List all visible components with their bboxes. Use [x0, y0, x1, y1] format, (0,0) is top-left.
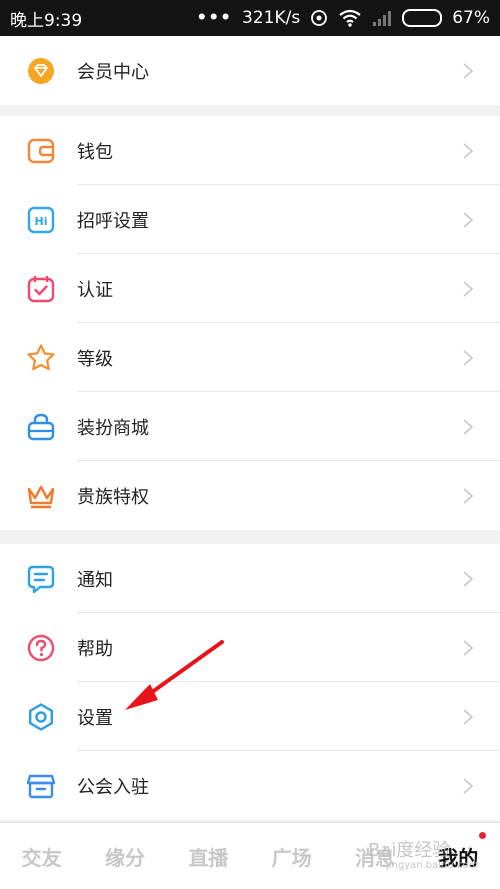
star-icon [24, 341, 58, 375]
menu-item-vip-center[interactable]: 会员中心 [0, 36, 500, 105]
chevron-right-icon [463, 639, 474, 656]
vip-section: 会员中心 [0, 36, 500, 105]
question-icon [24, 631, 58, 665]
hi-icon: Hi [24, 203, 58, 237]
menu-item-wallet[interactable]: 钱包 [0, 116, 500, 185]
watermark-sub: jingyan.baidu.com [386, 860, 479, 871]
chevron-right-icon [463, 487, 474, 504]
wifi-icon [338, 9, 362, 27]
menu-item-verification[interactable]: 认证 [0, 254, 500, 323]
verification-label: 认证 [77, 279, 113, 301]
watermark-text: Bai度经验 [368, 840, 451, 861]
guild-join-label: 公会入驻 [77, 776, 149, 798]
shopping-bag-icon [24, 410, 58, 444]
chevron-right-icon [463, 142, 474, 159]
menu-item-settings[interactable]: 设置 [0, 682, 500, 751]
svg-text:Hi: Hi [35, 215, 48, 228]
signal-icon [372, 10, 392, 26]
chevron-right-icon [463, 570, 474, 587]
vpn-icon [310, 9, 328, 27]
level-label: 等级 [77, 348, 113, 370]
menu-item-noble-privileges[interactable]: 贵族特权 [0, 461, 500, 530]
nav-tab-fate[interactable]: 缘分 [83, 842, 166, 871]
service-section: 钱包 Hi 招呼设置 认证 等级 装扮商城 贵族特权 [0, 116, 500, 530]
chevron-right-icon [463, 62, 474, 79]
wallet-label: 钱包 [77, 141, 113, 163]
greeting-settings-label: 招呼设置 [77, 210, 149, 232]
vip-center-label: 会员中心 [77, 61, 149, 83]
menu-item-greeting-settings[interactable]: Hi 招呼设置 [0, 185, 500, 254]
nav-tab-friends[interactable]: 交友 [0, 842, 83, 871]
status-time: 晚上9:39 [10, 10, 83, 31]
calendar-check-icon [24, 272, 58, 306]
menu-item-guild-join[interactable]: 公会入驻 [0, 751, 500, 820]
nav-tab-live[interactable]: 直播 [167, 842, 250, 871]
support-section: 通知 帮助 设置 公会入驻 [0, 544, 500, 820]
help-label: 帮助 [77, 638, 113, 660]
noble-privileges-label: 贵族特权 [77, 486, 149, 508]
battery-percent: 67% [452, 8, 490, 28]
store-icon [24, 769, 58, 803]
net-speed: 321K/s [242, 8, 301, 28]
menu-item-dress-up-mall[interactable]: 装扮商城 [0, 392, 500, 461]
status-right: ••• 321K/s 67% [196, 8, 490, 28]
baidu-watermark: Bai度经验 jingyan.baidu.com [368, 836, 478, 871]
chevron-right-icon [463, 777, 474, 794]
chevron-right-icon [463, 280, 474, 297]
menu-item-level[interactable]: 等级 [0, 323, 500, 392]
menu-item-notifications[interactable]: 通知 [0, 544, 500, 613]
chevron-right-icon [463, 708, 474, 725]
status-bar: 晚上9:39 ••• 321K/s 67% [0, 0, 500, 36]
menu-item-help[interactable]: 帮助 [0, 613, 500, 682]
chevron-right-icon [463, 418, 474, 435]
dress-up-mall-label: 装扮商城 [77, 417, 149, 439]
chevron-right-icon [463, 349, 474, 366]
wallet-icon [24, 134, 58, 168]
diamond-icon [24, 54, 58, 88]
battery-icon [402, 9, 443, 27]
notification-dot [478, 831, 486, 839]
notifications-label: 通知 [77, 569, 113, 591]
gear-icon [24, 700, 58, 734]
chevron-right-icon [463, 211, 474, 228]
settings-label: 设置 [77, 707, 113, 729]
more-dots: ••• [196, 8, 233, 28]
nav-tab-square[interactable]: 广场 [250, 842, 333, 871]
battery-body [402, 9, 443, 27]
crown-icon [24, 479, 58, 513]
message-icon [24, 562, 58, 596]
